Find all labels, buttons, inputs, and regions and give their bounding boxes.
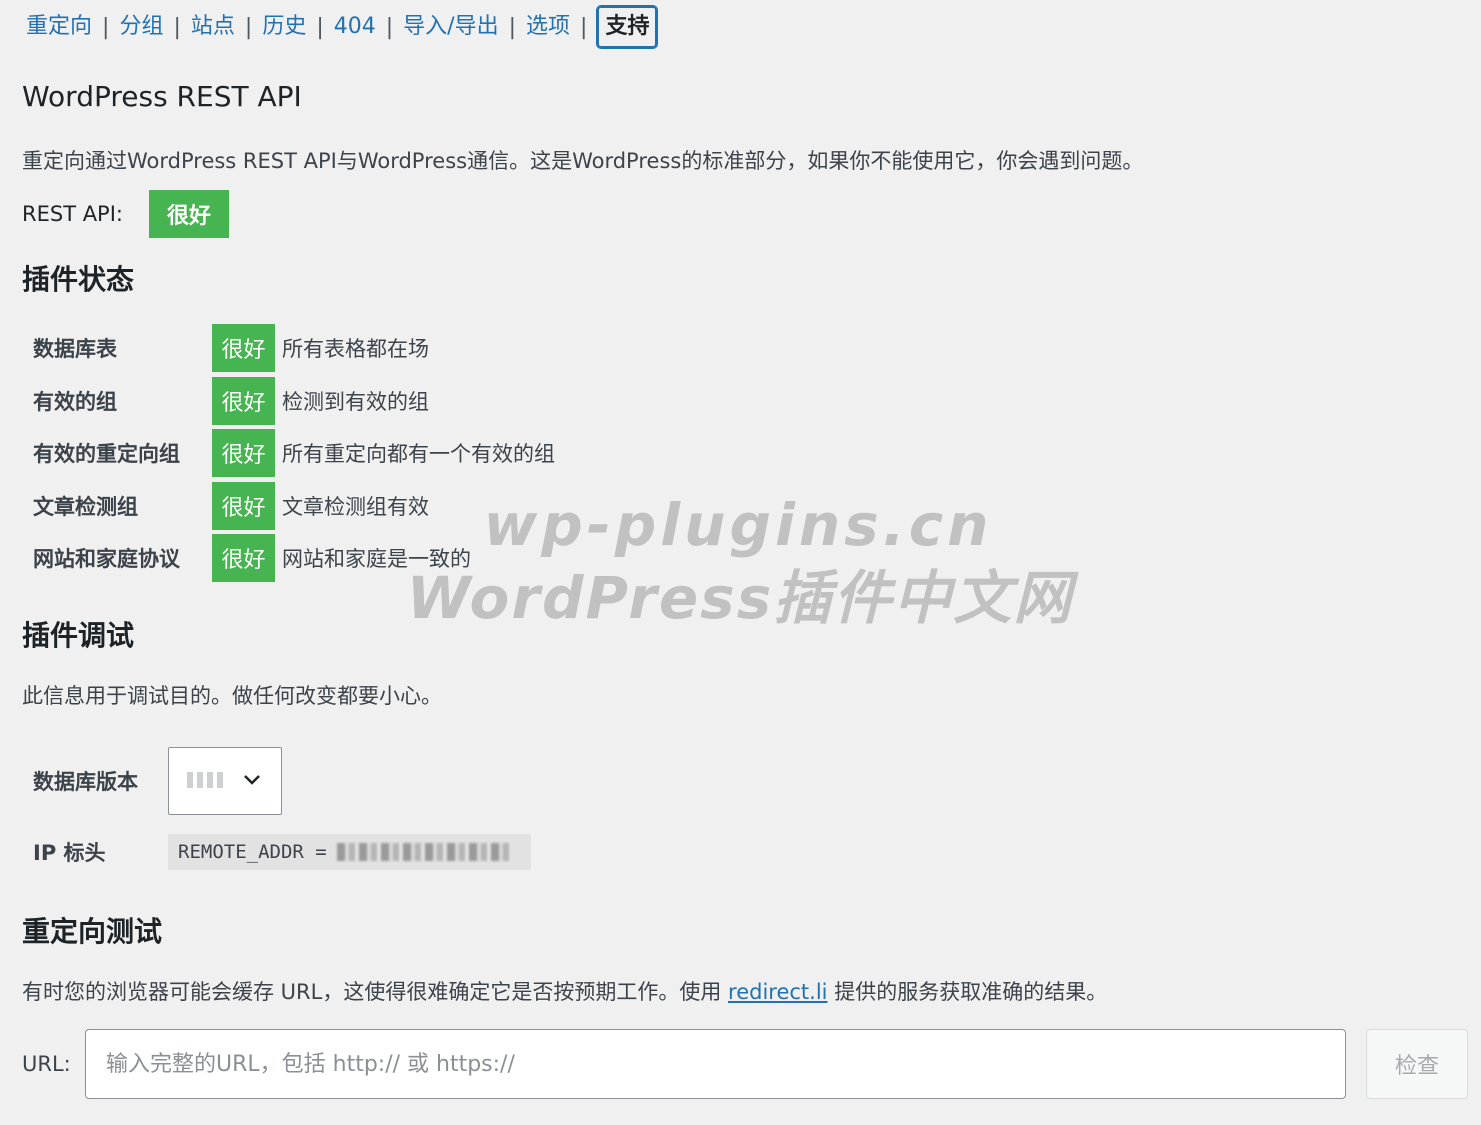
tab-options[interactable]: 选项 — [522, 6, 574, 48]
tab-log[interactable]: 历史 — [258, 6, 310, 48]
status-badge: 很好 — [212, 429, 275, 477]
redirect-test-description: 有时您的浏览器可能会缓存 URL，这使得很难确定它是否按预期工作。使用 redi… — [22, 976, 1107, 1006]
plugin-status-heading: 插件状态 — [22, 263, 135, 296]
database-version-row: 数据库版本 — [33, 746, 282, 816]
redirect-test-text-after: 提供的服务获取准确的结果。 — [834, 980, 1108, 1004]
ip-header-label: IP 标头 — [33, 841, 106, 865]
redacted-value — [187, 772, 223, 788]
database-version-select[interactable] — [168, 747, 282, 815]
url-label: URL: — [22, 1052, 71, 1076]
nav-separator: | — [580, 14, 588, 40]
check-button[interactable]: 检查 — [1366, 1029, 1468, 1099]
status-message: 文章检测组有效 — [282, 494, 429, 519]
nav-separator: | — [508, 14, 517, 40]
watermark-line-1: wp-plugins.cn — [484, 491, 993, 559]
status-message: 检测到有效的组 — [282, 389, 429, 414]
status-label: 有效的组 — [33, 389, 117, 414]
tab-groups[interactable]: 分组 — [115, 6, 167, 48]
url-test-row: URL: 检查 — [22, 1029, 1468, 1099]
status-message: 所有表格都在场 — [282, 337, 429, 361]
status-badge: 很好 — [212, 481, 275, 530]
tab-404[interactable]: 404 — [330, 6, 380, 48]
tab-sites[interactable]: 站点 — [187, 6, 239, 48]
status-row-site-home-protocol: 网站和家庭协议 很好 网站和家庭是一致的 — [33, 534, 555, 582]
subsubsub-nav: 重定向 | 分组 | 站点 | 历史 | 404 | 导入/导出 | 选项 | … — [22, 6, 658, 48]
rest-api-status-badge: 很好 — [149, 190, 229, 238]
plugin-debug-heading: 插件调试 — [22, 619, 135, 652]
tab-support[interactable]: 支持 — [597, 6, 658, 48]
nav-separator: | — [244, 14, 253, 40]
tab-import-export[interactable]: 导入/导出 — [399, 6, 502, 48]
nav-separator: | — [316, 14, 324, 40]
status-label: 网站和家庭协议 — [33, 547, 180, 571]
nav-separator: | — [102, 14, 110, 40]
rest-api-description: 重定向通过WordPress REST API与WordPress通信。这是Wo… — [22, 149, 1144, 173]
plugin-debug-description: 此信息用于调试目的。做任何改变都要小心。 — [22, 684, 442, 708]
redirect-test-text-before: 有时您的浏览器可能会缓存 URL，这使得很难确定它是否按预期工作。使用 — [22, 980, 722, 1004]
nav-separator: | — [173, 14, 181, 40]
status-badge: 很好 — [212, 324, 275, 372]
status-message: 所有重定向都有一个有效的组 — [282, 442, 555, 466]
redirect-test-heading: 重定向测试 — [22, 915, 163, 948]
status-badge: 很好 — [212, 376, 275, 425]
status-row-post-monitor-group: 文章检测组 很好 文章检测组有效 — [33, 481, 555, 530]
chevron-down-icon — [241, 768, 263, 796]
ip-header-value: REMOTE_ADDR = — [178, 841, 327, 863]
redacted-ip — [336, 843, 509, 861]
status-row-database-tables: 数据库表 很好 所有表格都在场 — [33, 324, 555, 372]
status-row-valid-groups: 有效的组 很好 检测到有效的组 — [33, 376, 555, 425]
tab-redirects[interactable]: 重定向 — [22, 6, 96, 48]
status-label: 有效的重定向组 — [33, 442, 180, 466]
status-label: 数据库表 — [33, 337, 117, 361]
ip-header-code: REMOTE_ADDR = — [168, 834, 531, 870]
database-version-label: 数据库版本 — [33, 770, 138, 794]
ip-header-row: IP 标头 REMOTE_ADDR = — [33, 834, 531, 870]
url-input[interactable] — [85, 1029, 1346, 1099]
redirect-li-link[interactable]: redirect.li — [728, 980, 827, 1004]
rest-api-status-row: REST API: 很好 — [22, 190, 229, 238]
status-message: 网站和家庭是一致的 — [282, 547, 471, 571]
plugin-status-table: 数据库表 很好 所有表格都在场 有效的组 很好 检测到有效的组 有效的重定向组 … — [33, 324, 555, 587]
status-label: 文章检测组 — [33, 494, 138, 519]
nav-separator: | — [385, 14, 394, 40]
rest-api-heading: WordPress REST API — [22, 80, 302, 113]
status-badge: 很好 — [212, 534, 275, 582]
rest-api-label: REST API: — [22, 202, 123, 226]
status-row-valid-redirect-group: 有效的重定向组 很好 所有重定向都有一个有效的组 — [33, 429, 555, 477]
